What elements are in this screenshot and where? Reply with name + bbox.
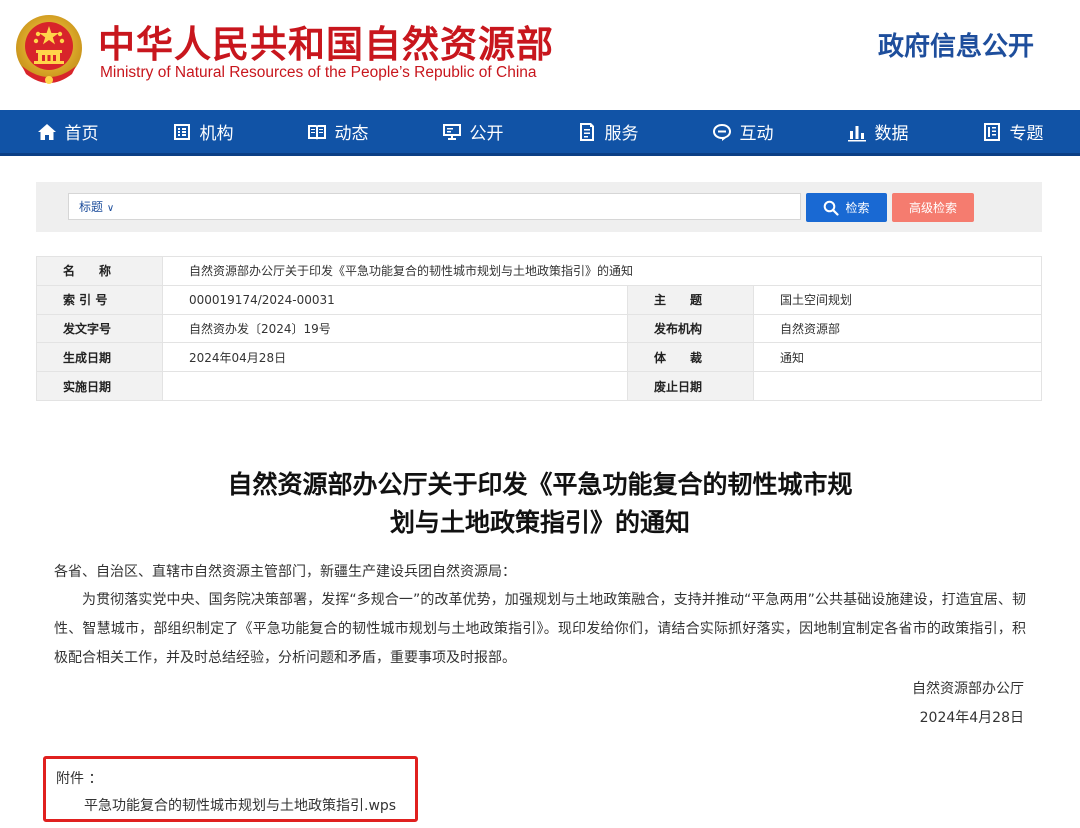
- genre-value: 通知: [753, 342, 1042, 373]
- nav-label: 数据: [874, 124, 909, 144]
- name-label: 名 称: [36, 256, 163, 286]
- data-chart-icon: [847, 125, 866, 141]
- nav-label: 公开: [469, 124, 504, 144]
- document-body: 为贯彻落实党中央、国务院决策部署，发挥“多规合一”的改革优势，加强规划与土地政策…: [54, 592, 1026, 666]
- nav-label: 互动: [739, 124, 774, 144]
- home-icon: [37, 123, 56, 140]
- disclosure-icon: [442, 123, 461, 140]
- doc-number-label: 发文字号: [36, 313, 163, 344]
- doc-number-value: 自然资办发〔2024〕19号: [162, 313, 628, 344]
- document-title-line: 划与土地政策指引》的通知: [389, 508, 690, 537]
- nav-item-news[interactable]: 动态: [270, 110, 405, 153]
- document-addressee: 各省、自治区、直辖市自然资源主管部门，新疆生产建设兵团自然资源局：: [54, 564, 516, 580]
- nav-label: 机构: [199, 124, 234, 144]
- index-value: 000019174/2024-00031: [162, 284, 628, 315]
- table-row: 发文字号 自然资办发〔2024〕19号 发布机构 自然资源部: [36, 313, 1042, 344]
- expiry-date-value: [753, 371, 1042, 401]
- gov-info-title[interactable]: 政府信息公开: [878, 26, 1034, 63]
- search-box: 标题 ∨: [68, 193, 801, 220]
- table-row: 实施日期 废止日期: [36, 371, 1042, 401]
- nav-item-service[interactable]: 服务: [540, 110, 675, 153]
- effective-date-value: [162, 371, 628, 401]
- search-icon: [824, 200, 840, 216]
- expiry-date-label: 废止日期: [627, 371, 754, 401]
- chevron-down-icon: ∨: [106, 203, 115, 214]
- document-signature: 自然资源部办公厅 2024年4月28日: [912, 675, 1024, 733]
- subject-value: 国土空间规划: [753, 284, 1042, 315]
- nav-label: 服务: [604, 124, 639, 144]
- site-header: 中华人民共和国自然资源部 Ministry of Natural Resourc…: [0, 0, 1080, 110]
- attachment-link[interactable]: 平急功能复合的韧性城市规划与土地政策指引.wps: [84, 795, 396, 815]
- attachment-highlight-box: 附件 ： 平急功能复合的韧性城市规划与土地政策指引.wps: [43, 756, 418, 822]
- signature-date: 2024年4月28日: [919, 710, 1024, 726]
- search-type-label: 标题: [79, 200, 104, 214]
- site-title: 中华人民共和国自然资源部: [98, 23, 554, 66]
- advanced-search-button[interactable]: 高级检索: [892, 193, 974, 222]
- issuer-value: 自然资源部: [753, 313, 1042, 344]
- table-row: 索 引 号 000019174/2024-00031 主 题 国土空间规划: [36, 284, 1042, 315]
- nav-label: 专题: [1009, 124, 1044, 144]
- interaction-icon: [712, 123, 731, 141]
- document-title: 自然资源部办公厅关于印发《平急功能复合的韧性城市规 划与土地政策指引》的通知: [0, 466, 1080, 542]
- search-button[interactable]: 检索: [806, 193, 887, 222]
- nav-label: 首页: [64, 124, 99, 144]
- index-label: 索 引 号: [36, 284, 163, 315]
- signature-org: 自然资源部办公厅: [912, 681, 1024, 697]
- table-row: 名 称 自然资源部办公厅关于印发《平急功能复合的韧性城市规划与土地政策指引》的通…: [36, 256, 1042, 286]
- search-bar: 标题 ∨ 检索 高级检索: [36, 182, 1042, 232]
- nav-item-data[interactable]: 数据: [810, 110, 945, 153]
- attachment-label: 附件 ：: [56, 771, 103, 787]
- nav-item-topic[interactable]: 专题: [945, 110, 1080, 153]
- table-row: 生成日期 2024年04月28日 体 裁 通知: [36, 342, 1042, 373]
- national-emblem-icon[interactable]: [14, 12, 84, 88]
- nav-item-disclosure[interactable]: 公开: [405, 110, 540, 153]
- genre-label: 体 裁: [627, 342, 754, 373]
- service-icon: [579, 122, 594, 141]
- search-type-dropdown[interactable]: 标题 ∨: [79, 198, 114, 215]
- site-subtitle: Ministry of Natural Resources of the Peo…: [100, 64, 537, 81]
- nav-label: 动态: [334, 124, 369, 144]
- date-value: 2024年04月28日: [162, 342, 628, 373]
- topic-icon: [983, 122, 1000, 141]
- name-value: 自然资源部办公厅关于印发《平急功能复合的韧性城市规划与土地政策指引》的通知: [162, 256, 1042, 286]
- document-info-table: 名 称 自然资源部办公厅关于印发《平急功能复合的韧性城市规划与土地政策指引》的通…: [36, 256, 1042, 401]
- nav-item-interaction[interactable]: 互动: [675, 110, 810, 153]
- search-input[interactable]: [125, 196, 795, 217]
- issuer-label: 发布机构: [627, 313, 754, 344]
- nav-item-organization[interactable]: 机构: [135, 110, 270, 153]
- document-title-line: 自然资源部办公厅关于印发《平急功能复合的韧性城市规: [227, 470, 853, 499]
- news-icon: [307, 124, 326, 140]
- effective-date-label: 实施日期: [36, 371, 163, 401]
- organization-icon: [173, 123, 190, 140]
- main-nav: 首页 机构 动态 公开 服务 互动 数据 专题: [0, 110, 1080, 156]
- subject-label: 主 题: [627, 284, 754, 315]
- search-button-label: 检索: [845, 201, 870, 215]
- nav-item-home[interactable]: 首页: [0, 110, 135, 153]
- date-label: 生成日期: [36, 342, 163, 373]
